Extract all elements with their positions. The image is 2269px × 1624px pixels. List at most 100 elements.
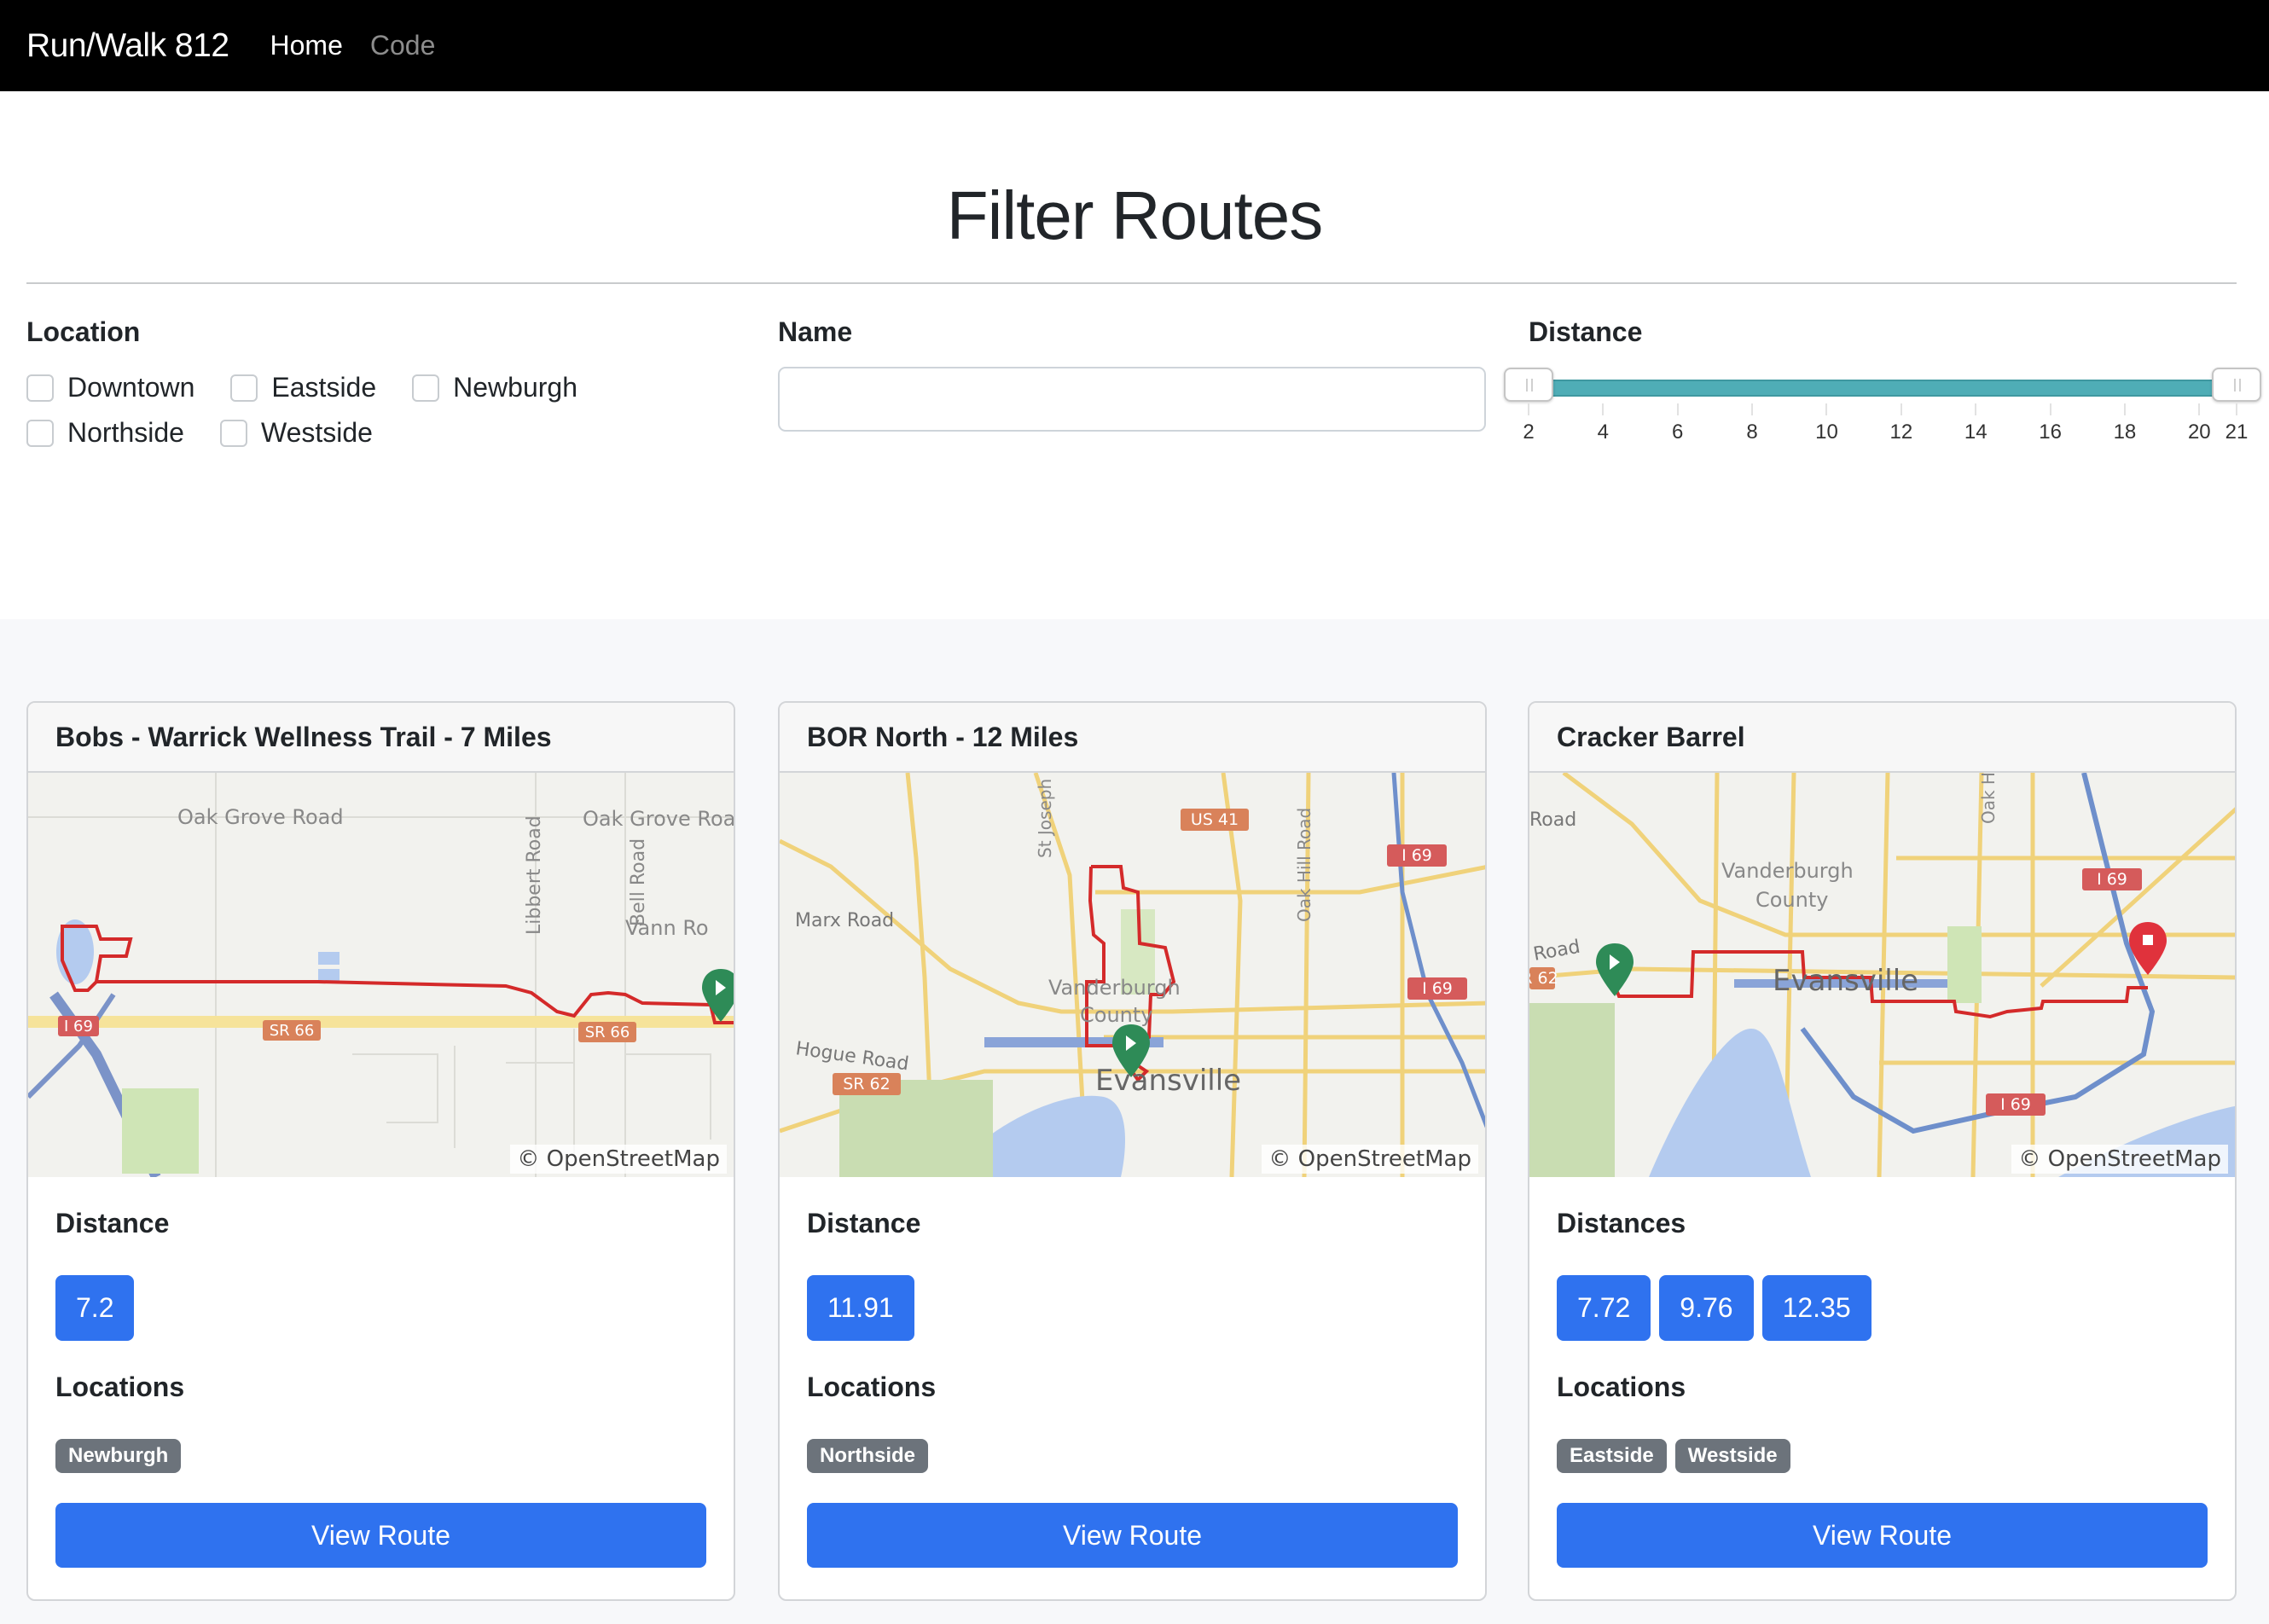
distance-badge: 11.91 — [807, 1275, 914, 1341]
svg-text:Libbert Road: Libbert Road — [524, 815, 545, 935]
slider-tick — [2049, 403, 2051, 415]
name-input[interactable] — [778, 367, 1486, 432]
svg-text:Oak Grove Roa: Oak Grove Roa — [583, 807, 734, 831]
slider-tick-label: 20 — [2187, 420, 2211, 444]
route-map[interactable]: I 69 SR 66 SR 66 Oak Grove Road Oak Grov… — [28, 773, 734, 1177]
route-map[interactable]: US 41 I 69 I 69 SR 62 Marx Road Hogue Ro… — [780, 773, 1485, 1177]
route-card-title: Bobs - Warrick Wellness Trail - 7 Miles — [28, 703, 734, 773]
checkbox-downtown[interactable]: Downtown — [26, 372, 194, 403]
checkbox-label: Westside — [260, 417, 373, 448]
divider — [26, 282, 2237, 284]
checkbox-box[interactable] — [412, 374, 440, 402]
checkbox-westside[interactable]: Westside — [219, 417, 373, 449]
slider-handle-max[interactable] — [2212, 368, 2261, 402]
distance-badge: 12.35 — [1761, 1275, 1871, 1341]
routes-section: Bobs - Warrick Wellness Trail - 7 Miles — [0, 619, 2269, 1624]
slider-track[interactable] — [1529, 380, 2237, 397]
svg-text:Vanderburgh: Vanderburgh — [1048, 976, 1181, 1000]
distances-heading: Distances — [1557, 1208, 1686, 1238]
distance-range-slider[interactable]: 2 4 6 8 10 12 14 16 18 20 21 — [1503, 364, 2262, 444]
svg-text:R 62: R 62 — [1529, 969, 1558, 988]
svg-text:St Joseph: St Joseph — [1035, 779, 1055, 858]
svg-text:Oak Grove Road: Oak Grove Road — [177, 805, 344, 829]
distance-badge: 7.2 — [55, 1275, 135, 1341]
svg-text:SR 66: SR 66 — [585, 1024, 630, 1041]
route-card-title: BOR North - 12 Miles — [780, 703, 1485, 773]
slider-tick-label: 2 — [1523, 420, 1535, 444]
map-attribution[interactable]: © OpenStreetMap — [1262, 1145, 1478, 1174]
slider-tick — [1528, 403, 1529, 415]
svg-text:SR 66: SR 66 — [270, 1022, 315, 1040]
nav-link-code[interactable]: Code — [370, 30, 436, 61]
slider-tick-label: 18 — [2113, 420, 2137, 444]
slider-tick-label: 10 — [1815, 420, 1838, 444]
checkbox-label: Eastside — [271, 372, 377, 403]
route-card: BOR North - 12 Miles US 41 I 69 I 69 SR … — [778, 701, 1487, 1601]
slider-tick — [1676, 403, 1679, 415]
location-badges: Eastside Westside — [1557, 1439, 2208, 1473]
svg-text:US 41: US 41 — [1191, 810, 1239, 829]
checkbox-northside[interactable]: Northside — [26, 417, 184, 449]
svg-text:County: County — [1755, 888, 1828, 912]
checkbox-box[interactable] — [219, 419, 247, 447]
distance-badges: 7.72 9.76 12.35 — [1557, 1275, 2208, 1341]
route-card: Bobs - Warrick Wellness Trail - 7 Miles — [26, 701, 735, 1601]
checkbox-box[interactable] — [230, 374, 258, 402]
map-graphic: US 41 I 69 I 69 SR 62 Marx Road Hogue Ro… — [780, 773, 1485, 1177]
location-badges: Newburgh — [55, 1439, 706, 1473]
location-badge: Northside — [807, 1439, 929, 1473]
location-badge: Eastside — [1557, 1439, 1667, 1473]
location-checkbox-row-2: Northside Westside — [26, 417, 409, 449]
locations-heading: Locations — [55, 1372, 185, 1402]
svg-text:I 69: I 69 — [1422, 979, 1453, 998]
distance-heading: Distance — [807, 1208, 921, 1238]
checkbox-label: Downtown — [67, 372, 195, 403]
view-route-button[interactable]: View Route — [1557, 1503, 2208, 1568]
svg-text:I 69: I 69 — [2000, 1095, 2031, 1114]
location-badges: Northside — [807, 1439, 1458, 1473]
svg-text:Evansville: Evansville — [1095, 1064, 1241, 1098]
nav-link-home[interactable]: Home — [270, 30, 343, 61]
view-route-button[interactable]: View Route — [55, 1503, 706, 1568]
svg-text:County: County — [1080, 1003, 1152, 1027]
location-badge: Newburgh — [55, 1439, 182, 1473]
location-badge: Westside — [1674, 1439, 1790, 1473]
distance-heading: Distance — [55, 1208, 170, 1238]
name-filter-label: Name — [778, 316, 853, 347]
filter-section: Filter Routes Location Downtown Eastside… — [0, 91, 2269, 619]
slider-tick-label: 21 — [2225, 420, 2249, 444]
navbar: Run/Walk 812 Home Code — [0, 0, 2269, 91]
checkbox-eastside[interactable]: Eastside — [230, 372, 376, 403]
route-card-title: Cracker Barrel — [1529, 703, 2235, 773]
slider-handle-min[interactable] — [1504, 368, 1553, 402]
distance-badge: 7.72 — [1557, 1275, 1651, 1341]
svg-text:Oak H: Oak H — [1978, 773, 1999, 824]
route-map[interactable]: R 62 I 69 I 69 Road Road Vanderburgh Cou… — [1529, 773, 2235, 1177]
distance-badges: 11.91 — [807, 1275, 1458, 1341]
slider-tick — [1975, 403, 1977, 415]
checkbox-newburgh[interactable]: Newburgh — [412, 372, 577, 403]
page-title: Filter Routes — [946, 177, 1323, 253]
location-checkbox-row-1: Downtown Eastside Newburgh — [26, 372, 613, 403]
view-route-button[interactable]: View Route — [807, 1503, 1458, 1568]
map-graphic: R 62 I 69 I 69 Road Road Vanderburgh Cou… — [1529, 773, 2235, 1177]
slider-tick-label: 14 — [1964, 420, 1988, 444]
svg-text:Evansville: Evansville — [1773, 964, 1918, 998]
map-attribution[interactable]: © OpenStreetMap — [510, 1145, 727, 1174]
svg-text:I 69: I 69 — [2097, 870, 2127, 889]
slider-tick — [1825, 403, 1828, 415]
slider-tick — [1602, 403, 1605, 415]
brand-link[interactable]: Run/Walk 812 — [26, 27, 229, 65]
slider-tick — [2236, 403, 2237, 415]
svg-text:Oak Hill Road: Oak Hill Road — [1294, 808, 1314, 922]
checkbox-box[interactable] — [26, 374, 54, 402]
checkbox-label: Northside — [67, 417, 184, 448]
location-filter-label: Location — [26, 316, 141, 347]
svg-text:Marx Road: Marx Road — [795, 910, 894, 931]
map-attribution[interactable]: © OpenStreetMap — [2011, 1145, 2228, 1174]
slider-tick — [2123, 403, 2126, 415]
checkbox-box[interactable] — [26, 419, 54, 447]
slider-tick — [1751, 403, 1754, 415]
svg-text:I 69: I 69 — [1401, 846, 1432, 865]
slider-tick-label: 4 — [1597, 420, 1610, 444]
